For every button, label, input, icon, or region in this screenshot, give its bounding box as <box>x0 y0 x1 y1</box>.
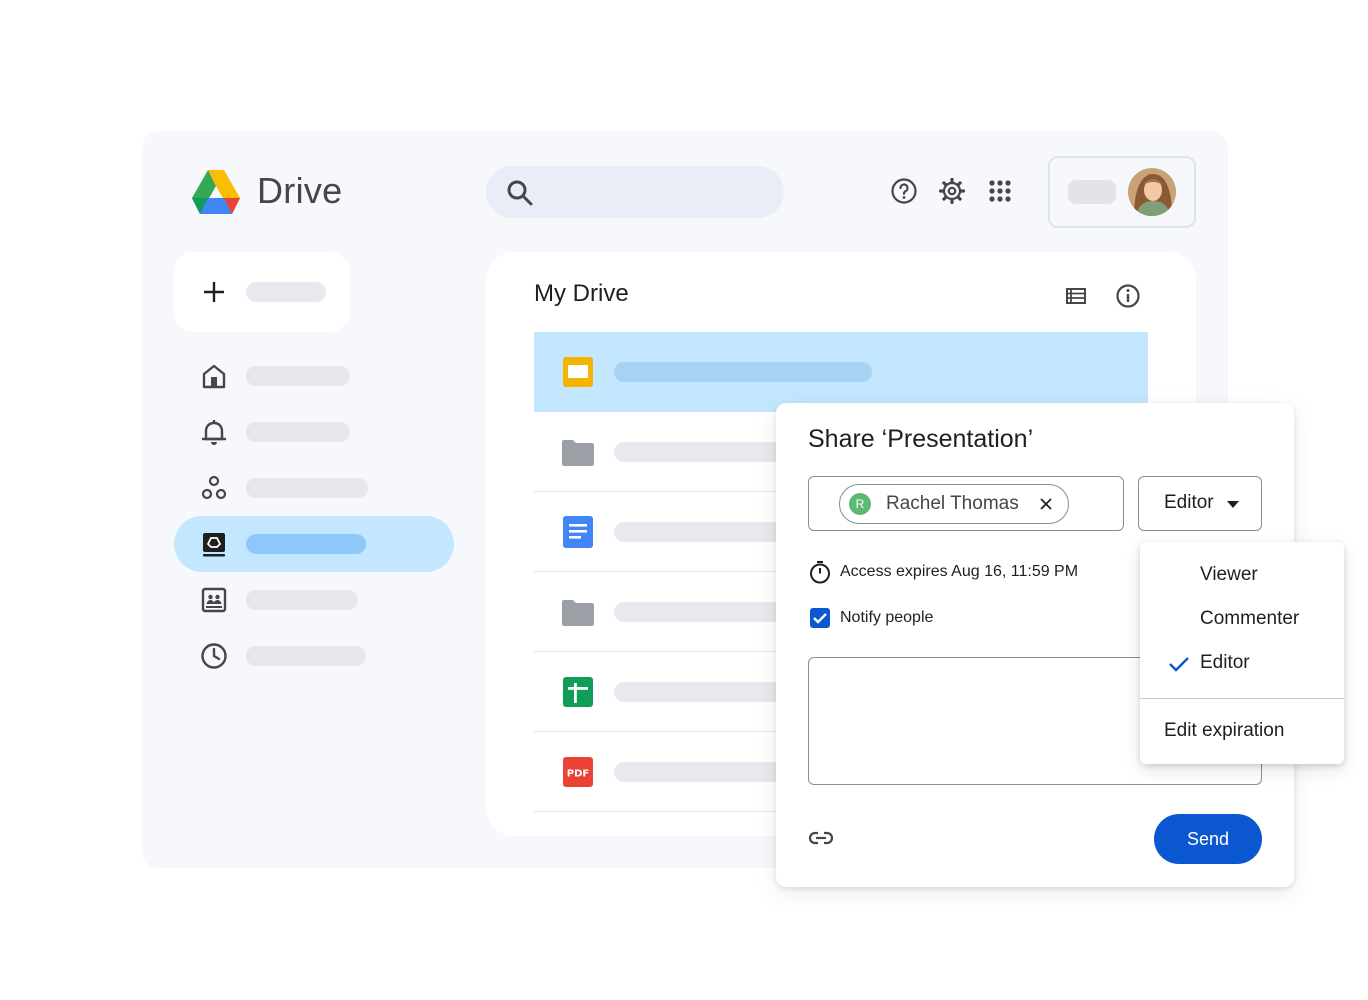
sidebar-item-home[interactable] <box>174 348 454 404</box>
role-dropdown[interactable]: Editor <box>1138 476 1262 531</box>
sidebar-item-shared[interactable] <box>174 572 454 628</box>
recipient-chip[interactable]: R Rachel Thomas <box>839 484 1069 524</box>
folder-icon <box>562 440 594 466</box>
file-row[interactable] <box>534 332 1148 412</box>
slides-icon <box>563 357 593 387</box>
menu-item-commenter[interactable]: Commenter <box>1140 599 1344 639</box>
apps-grid-icon[interactable] <box>986 177 1014 205</box>
search-input[interactable] <box>486 166 784 218</box>
send-button[interactable]: Send <box>1154 814 1262 864</box>
sidebar-item-activity[interactable] <box>174 404 454 460</box>
menu-item-label: Editor <box>1200 652 1250 673</box>
sheets-icon <box>563 677 593 707</box>
sidebar-item-label-placeholder <box>246 646 366 666</box>
list-view-icon[interactable] <box>1064 284 1088 308</box>
help-icon[interactable] <box>890 177 918 205</box>
menu-item-label: Edit expiration <box>1164 720 1285 741</box>
home-icon <box>202 364 226 389</box>
pdf-icon: PDF <box>563 757 593 787</box>
plus-icon <box>204 282 224 302</box>
dialog-title: Share ‘Presentation’ <box>808 425 1034 453</box>
timer-icon <box>810 561 830 584</box>
menu-item-label: Commenter <box>1200 608 1300 629</box>
notify-checkbox[interactable] <box>810 608 830 628</box>
sidebar-item-label-placeholder <box>246 366 350 386</box>
link-icon[interactable] <box>808 828 834 848</box>
role-dropdown-value: Editor <box>1164 492 1214 513</box>
pdf-icon-label: PDF <box>567 769 589 780</box>
menu-item-edit-expiration[interactable]: Edit expiration <box>1140 711 1344 751</box>
menu-divider <box>1140 698 1344 699</box>
page-title: My Drive <box>534 280 629 307</box>
sidebar-item-recent[interactable] <box>174 628 454 684</box>
app-name: Drive <box>257 170 343 211</box>
settings-icon[interactable] <box>938 177 966 205</box>
drive-logo-icon[interactable] <box>192 170 240 214</box>
access-expiry-text: Access expires Aug 16, 11:59 PM <box>840 563 1079 580</box>
sidebar-item-workspaces[interactable] <box>174 460 454 516</box>
add-people-input[interactable]: R Rachel Thomas <box>808 476 1124 531</box>
new-button[interactable] <box>174 252 350 332</box>
file-name-placeholder <box>614 362 872 382</box>
recipient-avatar: R <box>849 493 871 515</box>
notify-label: Notify people <box>840 609 934 626</box>
sidebar-item-label-placeholder <box>246 534 366 554</box>
sidebar-item-label-placeholder <box>246 478 368 498</box>
avatar[interactable] <box>1128 168 1176 216</box>
account-switcher[interactable] <box>1048 156 1196 228</box>
checkmark-icon <box>813 613 827 624</box>
caret-down-icon <box>1227 501 1239 508</box>
account-name-placeholder <box>1068 180 1116 204</box>
sidebar-item-label-placeholder <box>246 590 358 610</box>
info-icon[interactable] <box>1114 282 1142 310</box>
clock-icon <box>201 643 227 669</box>
workspaces-icon <box>201 475 227 500</box>
check-icon <box>1169 657 1189 672</box>
close-icon[interactable] <box>1038 496 1054 512</box>
drive-folder-icon <box>203 533 225 557</box>
sidebar-item-label-placeholder <box>246 422 350 442</box>
shared-drive-icon <box>201 587 227 613</box>
recipient-name: Rachel Thomas <box>886 493 1019 514</box>
profile-photo <box>1128 168 1176 216</box>
folder-icon <box>562 600 594 626</box>
role-menu: Viewer Commenter Editor Edit expiration <box>1140 542 1344 764</box>
new-button-label-placeholder <box>246 282 326 302</box>
menu-item-viewer[interactable]: Viewer <box>1140 555 1344 595</box>
menu-item-editor[interactable]: Editor <box>1140 643 1344 683</box>
menu-item-label: Viewer <box>1200 564 1258 585</box>
sidebar-item-my-drive[interactable] <box>174 516 454 572</box>
search-icon <box>507 180 533 206</box>
docs-icon <box>563 516 593 548</box>
bell-icon <box>201 420 227 445</box>
